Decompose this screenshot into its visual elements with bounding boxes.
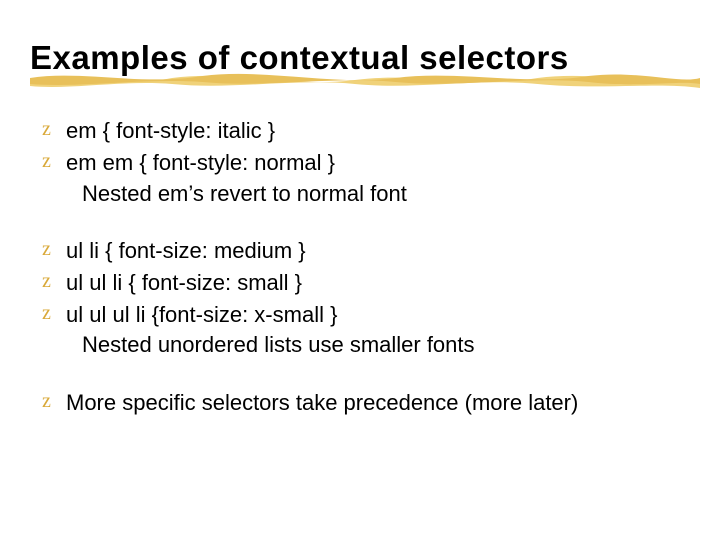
bullet-icon: z <box>42 300 60 327</box>
slide-content: z em { font-style: italic } z em em { fo… <box>30 116 690 418</box>
bullet-icon: z <box>42 116 60 143</box>
bullet-group-2: z ul li { font-size: medium } z ul ul li… <box>42 236 690 360</box>
bullet-icon: z <box>42 268 60 295</box>
bullet-text: ul li { font-size: medium } <box>66 236 690 266</box>
bullet-item: z em em { font-style: normal } <box>42 148 690 178</box>
bullet-text: More specific selectors take precedence … <box>66 388 690 418</box>
slide: Examples of contextual selectors z em { … <box>0 0 720 476</box>
bullet-item: z ul ul ul li {font-size: x-small } <box>42 300 690 330</box>
bullet-item: z em { font-style: italic } <box>42 116 690 146</box>
bullet-text: em { font-style: italic } <box>66 116 690 146</box>
bullet-icon: z <box>42 236 60 263</box>
title-wrap: Examples of contextual selectors <box>30 40 690 76</box>
bullet-subtext: Nested unordered lists use smaller fonts <box>42 330 690 360</box>
bullet-icon: z <box>42 388 60 415</box>
bullet-subtext: Nested em’s revert to normal font <box>42 179 690 209</box>
bullet-group-3: z More specific selectors take precedenc… <box>42 388 690 418</box>
bullet-item: z ul li { font-size: medium } <box>42 236 690 266</box>
bullet-text: em em { font-style: normal } <box>66 148 690 178</box>
slide-title: Examples of contextual selectors <box>30 40 690 76</box>
bullet-icon: z <box>42 148 60 175</box>
bullet-text: ul ul li { font-size: small } <box>66 268 690 298</box>
bullet-group-1: z em { font-style: italic } z em em { fo… <box>42 116 690 208</box>
bullet-item: z More specific selectors take precedenc… <box>42 388 690 418</box>
bullet-text: ul ul ul li {font-size: x-small } <box>66 300 690 330</box>
bullet-item: z ul ul li { font-size: small } <box>42 268 690 298</box>
